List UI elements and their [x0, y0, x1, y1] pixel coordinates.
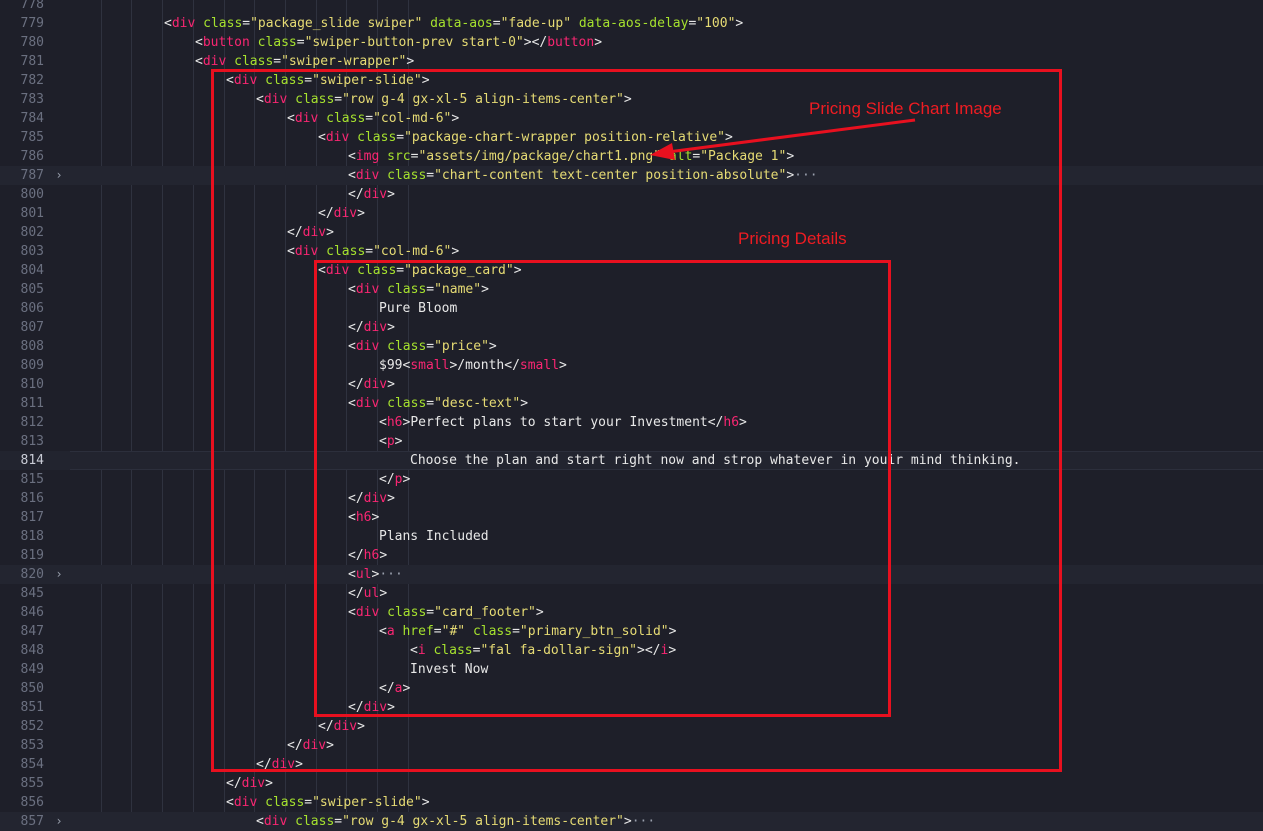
annotation-arrow [650, 118, 916, 160]
